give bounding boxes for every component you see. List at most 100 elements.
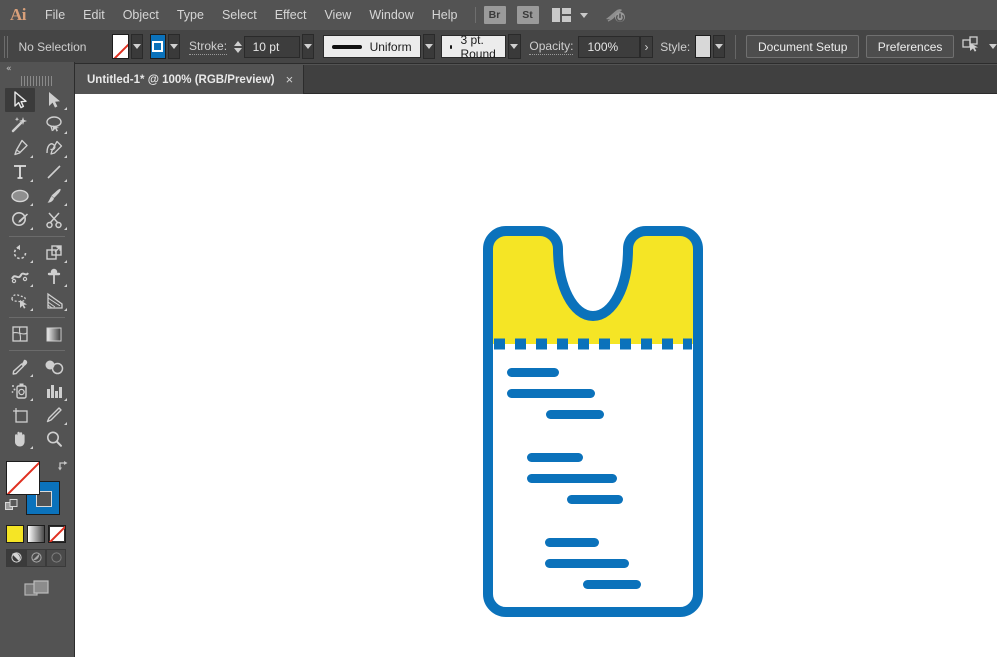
toolbar-fill-swatch[interactable]	[6, 461, 40, 495]
none-swatch[interactable]	[48, 525, 66, 543]
chevron-down-icon	[425, 44, 433, 49]
menu-item-window[interactable]: Window	[360, 0, 422, 30]
tools-divider-2	[9, 317, 65, 318]
puppet-warp-tool[interactable]	[39, 265, 69, 289]
mesh-tool[interactable]	[5, 322, 35, 346]
menu-item-file[interactable]: File	[36, 0, 74, 30]
preferences-button[interactable]: Preferences	[866, 35, 955, 58]
opacity-label[interactable]: Opacity:	[529, 39, 573, 55]
illustrator-window: Ai File Edit Object Type Select Effect V…	[0, 0, 997, 657]
magic-wand-tool[interactable]	[5, 112, 35, 136]
line-segment-tool[interactable]	[39, 160, 69, 184]
brush-definition-dropdown-button[interactable]	[508, 34, 520, 59]
draw-behind-button[interactable]	[26, 549, 46, 567]
direct-selection-tool[interactable]	[39, 88, 69, 112]
stroke-profile-label: Uniform	[370, 40, 412, 54]
style-label: Style:	[660, 40, 690, 54]
curvature-tool[interactable]	[39, 136, 69, 160]
tools-panel: «	[0, 62, 75, 657]
lasso-tool[interactable]	[39, 112, 69, 136]
menu-divider	[475, 7, 476, 23]
shaper-pencil-tool[interactable]	[5, 208, 35, 232]
arrange-documents-icon[interactable]	[552, 8, 571, 22]
scale-tool[interactable]	[39, 241, 69, 265]
stroke-dropdown-button[interactable]	[168, 34, 180, 59]
stock-button[interactable]: St	[517, 6, 539, 24]
menu-item-view[interactable]: View	[315, 0, 360, 30]
style-dropdown-button[interactable]	[713, 35, 725, 58]
selection-tool[interactable]	[5, 88, 35, 112]
app-logo-icon: Ai	[0, 0, 36, 30]
menu-item-edit[interactable]: Edit	[74, 0, 114, 30]
symbol-sprayer-tool[interactable]	[5, 379, 35, 403]
select-similar-objects-icon[interactable]	[962, 36, 980, 57]
blend-tool[interactable]	[39, 355, 69, 379]
default-fill-stroke-icon[interactable]	[5, 499, 19, 513]
opacity-input[interactable]: 100%	[578, 36, 640, 58]
rotate-tool[interactable]	[5, 241, 35, 265]
graphic-style-swatch[interactable]	[695, 35, 712, 58]
paintbrush-tool[interactable]	[39, 184, 69, 208]
stroke-weight-label[interactable]: Stroke:	[189, 39, 227, 55]
chevron-down-icon	[133, 44, 141, 49]
stroke-weight-stepper[interactable]	[233, 34, 241, 59]
menu-item-type[interactable]: Type	[168, 0, 213, 30]
stroke-weight-input[interactable]: 10 pt	[244, 36, 300, 58]
artboard-tool[interactable]	[5, 403, 35, 427]
uniform-profile-icon	[332, 45, 362, 49]
menu-bar: Ai File Edit Object Type Select Effect V…	[0, 0, 997, 30]
chevron-down-icon	[510, 44, 518, 49]
column-graph-tool[interactable]	[39, 379, 69, 403]
notepad-receipt-illustration[interactable]	[483, 224, 703, 619]
control-bar: No Selection Stroke: 10 pt Uniform 3 pt.…	[0, 30, 997, 64]
select-similar-chevron-icon[interactable]	[989, 44, 997, 49]
pen-tool[interactable]	[5, 136, 35, 160]
tools-divider	[9, 236, 65, 237]
gradient-swatch[interactable]	[27, 525, 45, 543]
tools-panel-grip[interactable]	[21, 76, 53, 86]
close-icon[interactable]: ×	[286, 73, 294, 86]
document-setup-button[interactable]: Document Setup	[746, 35, 859, 58]
menu-item-effect[interactable]: Effect	[266, 0, 316, 30]
scissors-tool[interactable]	[39, 208, 69, 232]
swap-fill-stroke-icon[interactable]	[56, 459, 70, 473]
type-tool[interactable]	[5, 160, 35, 184]
stroke-weight-dropdown-button[interactable]	[302, 34, 314, 59]
document-canvas[interactable]	[75, 94, 997, 657]
document-tab[interactable]: Untitled-1* @ 100% (RGB/Preview) ×	[75, 65, 304, 94]
width-tool[interactable]	[5, 265, 35, 289]
chevron-down-icon	[304, 44, 312, 49]
bridge-button[interactable]: Br	[484, 6, 506, 24]
tools-divider-3	[9, 350, 65, 351]
chevron-down-icon	[170, 44, 178, 49]
hand-tool[interactable]	[5, 427, 35, 451]
eyedropper-tool[interactable]	[5, 355, 35, 379]
brush-preview-icon	[450, 45, 452, 49]
brush-definition-select[interactable]: 3 pt. Round	[441, 35, 506, 58]
chevron-down-icon[interactable]	[580, 13, 588, 18]
fill-dropdown-button[interactable]	[131, 34, 143, 59]
zoom-tool[interactable]	[39, 427, 69, 451]
fill-swatch[interactable]	[112, 34, 129, 59]
cloud-sync-icon[interactable]	[604, 6, 626, 24]
color-swatch[interactable]	[6, 525, 24, 543]
menu-item-help[interactable]: Help	[423, 0, 467, 30]
menu-item-object[interactable]: Object	[114, 0, 168, 30]
draw-normal-button[interactable]	[6, 549, 26, 567]
opacity-expand-button[interactable]: ›	[640, 36, 652, 58]
control-bar-grip[interactable]	[4, 36, 8, 58]
control-bar-divider	[735, 35, 736, 59]
collapse-panel-icon[interactable]: «	[6, 64, 11, 74]
document-tab-bar: Untitled-1* @ 100% (RGB/Preview) ×	[75, 65, 997, 94]
menu-item-select[interactable]: Select	[213, 0, 266, 30]
ellipse-tool[interactable]	[5, 184, 35, 208]
shape-builder-tool[interactable]	[5, 289, 35, 313]
stroke-swatch[interactable]	[150, 34, 167, 59]
perspective-grid-tool[interactable]	[39, 289, 69, 313]
slice-tool[interactable]	[39, 403, 69, 427]
draw-inside-button[interactable]	[46, 549, 66, 567]
stroke-profile-dropdown-button[interactable]	[423, 34, 435, 59]
gradient-tool[interactable]	[39, 322, 69, 346]
change-screen-mode-icon[interactable]	[23, 579, 51, 599]
stroke-profile-select[interactable]: Uniform	[323, 35, 421, 58]
